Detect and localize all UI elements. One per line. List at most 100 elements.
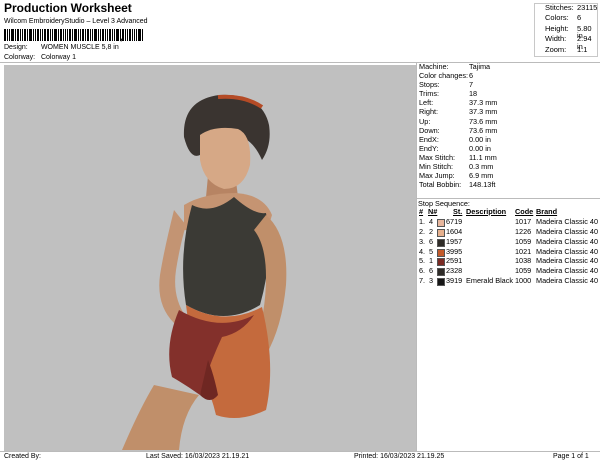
header-stitches: St. <box>453 207 463 216</box>
thread-code: 1059 <box>515 236 532 246</box>
stop-number: 4. <box>419 246 426 256</box>
barcode-bar <box>52 29 53 41</box>
barcode-bar <box>80 29 81 41</box>
header-description: Description <box>466 207 507 216</box>
info-value: 37.3 mm <box>469 98 498 108</box>
machine-info-row: EndX: 0.00 in <box>418 134 598 145</box>
barcode-bar <box>44 29 46 41</box>
machine-info-row: Down: 73.6 mm <box>418 126 598 136</box>
barcode-mark: , <box>120 32 123 42</box>
thread-color-swatch <box>437 228 445 237</box>
printed-date: Printed: 16/03/2023 21.19.25 <box>354 453 445 460</box>
thread-brand: Madeira Classic 40 <box>536 226 599 236</box>
colorway-value: Colorway 1 <box>40 54 76 61</box>
info-value: 0.3 mm <box>469 162 494 172</box>
embroidery-figure-image <box>122 94 287 450</box>
barcode-bar <box>138 29 141 41</box>
design-label: Design: <box>4 44 28 51</box>
machine-info-row: Stops: 7 <box>418 81 598 90</box>
stitch-count: 2328 <box>446 266 463 276</box>
design-barcode <box>4 29 158 41</box>
stop-row: 7. 3 3919 Emerald Black 1000 Madeira Classic … <box>418 277 600 287</box>
info-label: Trims: <box>419 89 439 99</box>
software-subtitle: Wilcom EmbroideryStudio – Level 3 Advanc… <box>4 18 148 25</box>
barcode-bar <box>47 29 49 41</box>
info-label: Min Stitch: <box>419 162 454 172</box>
barcode-bar <box>72 29 73 41</box>
worksheet-title: Production Worksheet <box>4 1 132 15</box>
barcode-bar <box>37 29 39 41</box>
info-label: Stops: <box>419 80 440 90</box>
thread-color-swatch <box>437 278 445 287</box>
info-value: 11.1 mm <box>469 152 497 162</box>
header-stop: # <box>419 207 424 216</box>
stat-zoom: Zoom: 1:1 <box>545 44 588 54</box>
info-value: 7 <box>469 80 474 90</box>
barcode-bar <box>40 29 41 41</box>
thread-color-swatch <box>437 258 445 267</box>
stop-sequence-table: # N# St. Description Code Brand 1. 4 6719 1… <box>418 208 600 287</box>
thread-brand: Madeira Classic 40 <box>536 276 599 286</box>
barcode-bar <box>134 29 135 41</box>
header-code: Code <box>515 207 534 216</box>
machine-info-row: Left: 37.3 mm <box>418 99 598 108</box>
barcode-bar <box>15 29 16 41</box>
barcode-bar <box>11 29 14 41</box>
barcode-bar <box>60 29 62 41</box>
barcode-bar <box>17 29 19 41</box>
header-needle: N# <box>428 207 438 216</box>
info-value: 6.9 mm <box>469 171 494 181</box>
info-value: 0.00 in <box>469 134 491 144</box>
thread-code: 1059 <box>515 266 532 276</box>
barcode-bar <box>85 29 86 41</box>
thread-brand: Madeira Classic 40 <box>536 246 599 256</box>
barcode-bar <box>65 29 66 41</box>
info-label: EndY: <box>419 143 439 153</box>
design-preview <box>4 65 416 451</box>
needle-number: 3 <box>429 276 434 286</box>
created-by: Created By: <box>4 453 41 460</box>
page-number: Page 1 of 1 <box>553 453 589 460</box>
stop-sequence-title: Stop Sequence: <box>418 199 470 208</box>
thread-color-swatch <box>437 238 445 247</box>
barcode-bar <box>20 29 21 41</box>
design-stats-box: Stitches: 23115 Colors: 6 Height: 5.80 in W… <box>534 3 598 57</box>
thread-code: 1017 <box>515 216 532 226</box>
thread-brand: Madeira Classic 40 <box>536 266 599 276</box>
colorway-row: Colorway: Colorway 1 <box>4 54 76 61</box>
barcode-bar <box>142 29 143 41</box>
info-label: Up: <box>419 116 431 126</box>
panel-divider <box>416 62 417 452</box>
barcode-bar <box>22 29 23 41</box>
info-label: Left: <box>419 98 434 108</box>
design-row: Design: WOMEN MUSCLE 5,8 in <box>4 44 119 51</box>
colorway-label: Colorway: <box>4 54 36 61</box>
machine-info-row: Up: 73.6 mm <box>418 116 598 127</box>
stop-number: 7. <box>419 276 426 286</box>
thread-brand: Madeira Classic 40 <box>536 216 599 226</box>
thread-code: 1021 <box>515 246 532 256</box>
thread-brand: Madeira Classic 40 <box>536 256 599 266</box>
barcode-bar <box>90 29 91 41</box>
barcode-bar <box>107 29 108 41</box>
barcode-bar <box>24 29 26 41</box>
footer-divider <box>0 451 600 452</box>
machine-info-panel: Machine: Tajima Color changes: 6 Stops: 7 Trim… <box>418 63 598 190</box>
machine-info-row: Trims: 18 <box>418 90 598 99</box>
barcode-bar <box>98 29 99 41</box>
needle-number: 6 <box>429 236 434 246</box>
info-label: Max Jump: <box>419 171 455 181</box>
info-label: Right: <box>419 107 439 117</box>
info-value: 73.6 mm <box>469 116 498 126</box>
machine-info-row: Right: 37.3 mm <box>418 108 598 117</box>
last-saved: Last Saved: 16/03/2023 21.19.21 <box>146 453 250 460</box>
design-value: WOMEN MUSCLE 5,8 in <box>40 44 119 51</box>
stitch-count: 1957 <box>446 236 463 246</box>
stitch-count: 6719 <box>446 216 463 226</box>
thread-color-swatch <box>437 248 445 257</box>
barcode-bar <box>100 29 101 41</box>
barcode-bar <box>116 29 119 41</box>
barcode-bar <box>136 29 137 41</box>
info-label: Max Stitch: <box>419 152 456 162</box>
machine-info-row: Total Bobbin: 148.13ft <box>418 181 598 190</box>
